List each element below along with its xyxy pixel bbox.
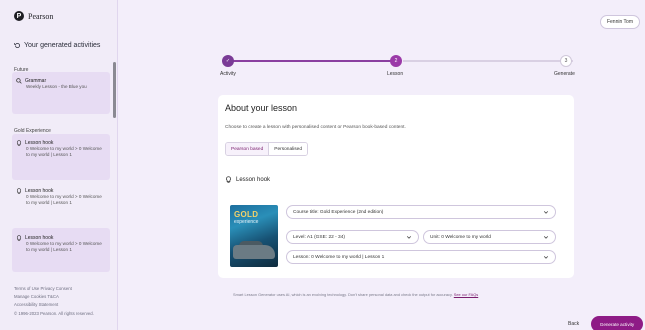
lightbulb-icon (226, 176, 231, 183)
chevron-down-icon (406, 236, 412, 239)
lightbulb-icon (16, 188, 22, 194)
unit-select[interactable]: Unit: 0 Welcome to my world (423, 230, 556, 244)
generate-activity-button[interactable]: Generate activity (591, 316, 643, 330)
step-lesson-marker[interactable]: 2 (390, 55, 402, 67)
sidebar-title[interactable]: Your generated activities (14, 42, 100, 49)
card-title: About your lesson (225, 103, 298, 113)
chevron-down-icon (543, 256, 549, 259)
list-item[interactable]: Lesson hook 0 Welcome to my world > 0 We… (16, 188, 106, 206)
sidebar: P Pearson Your generated activities Futu… (0, 0, 118, 330)
course-select-value: Course title: Gold Experience (2nd editi… (293, 209, 384, 215)
progress-stepper: ✓ 2 3 Activity Lesson Generate (218, 52, 584, 82)
user-menu-button[interactable]: Fennin Tom (599, 15, 640, 29)
step-connector-pending (403, 60, 573, 62)
sidebar-title-label: Your generated activities (24, 42, 101, 49)
book-cover-subtitle: experience (234, 219, 259, 225)
sidebar-scrollbar[interactable] (113, 62, 116, 118)
chevron-down-icon (543, 236, 549, 239)
search-icon (16, 78, 22, 84)
book-cover-title: GOLD (234, 210, 259, 219)
brand[interactable]: P Pearson (14, 11, 53, 21)
section-heading-label: Lesson hook (236, 176, 271, 183)
lesson-select[interactable]: Lesson: 0 Welcome to my world | Lesson 1 (286, 250, 556, 264)
lightbulb-icon (16, 140, 22, 146)
lesson-select-value: Lesson: 0 Welcome to my world | Lesson 1 (293, 254, 385, 260)
back-button[interactable]: Back (563, 318, 584, 330)
step-activity-marker[interactable]: ✓ (222, 55, 234, 67)
list-item-subtitle: 0 Welcome to my world > 0 Welcome to my … (26, 194, 102, 205)
future-item-subtitle: Weekly Lesson - the Blue you (26, 84, 87, 89)
pearson-logo-icon: P (14, 11, 24, 21)
ai-disclaimer: Smart Lesson Generator uses AI, which is… (233, 292, 478, 297)
content-type-tabs: Pearson based Personalised (225, 142, 309, 156)
tab-pearson-based[interactable]: Pearson based (226, 143, 270, 155)
accessibility-link[interactable]: Accessibility Statement (14, 302, 58, 308)
history-icon (14, 43, 20, 48)
footer-links[interactable]: Manage Cookies T&CA (14, 294, 59, 300)
top-bar: Fennin Tom (119, 0, 645, 40)
list-item-subtitle: 0 Welcome to my world > 0 Welcome to my … (26, 241, 102, 252)
book-cover-image: GOLD experience (230, 205, 278, 267)
lightbulb-icon (16, 235, 22, 241)
step-generate-label: Generate (554, 71, 575, 77)
list-item[interactable]: Lesson hook 0 Welcome to my world > 0 We… (16, 140, 106, 158)
course-select[interactable]: Course title: Gold Experience (2nd editi… (286, 205, 556, 219)
tab-personalised[interactable]: Personalised (269, 143, 308, 155)
list-item[interactable]: Lesson hook 0 Welcome to my world > 0 We… (16, 235, 106, 253)
ai-disclaimer-text: Smart Lesson Generator uses AI, which is… (233, 292, 453, 297)
chevron-down-icon (543, 211, 549, 214)
step-activity-label: Activity (220, 71, 236, 77)
footer-links[interactable]: Terms of Use Privacy Consent (14, 286, 72, 292)
step-generate-marker: 3 (560, 55, 572, 67)
card-description: Choose to create a lesson with personali… (225, 125, 406, 130)
step-connector-done (230, 60, 400, 62)
level-select[interactable]: Level: A1 (GSE: 22 - 34) (286, 230, 419, 244)
faq-link[interactable]: See our FAQs (454, 292, 478, 297)
step-lesson-label: Lesson (387, 71, 404, 77)
cover-art-shape (233, 245, 275, 259)
section-heading: Lesson hook (225, 176, 270, 183)
unit-select-value: Unit: 0 Welcome to my world (430, 234, 491, 240)
list-item-subtitle: 0 Welcome to my world > 0 Welcome to my … (26, 146, 102, 157)
copyright: © 1996-2023 Pearson. All rights reserved… (14, 311, 94, 316)
lesson-card: About your lesson Choose to create a les… (218, 95, 574, 278)
level-select-value: Level: A1 (GSE: 22 - 34) (293, 234, 345, 240)
brand-name: Pearson (28, 11, 54, 21)
future-item[interactable]: Grammar Weekly Lesson - the Blue you (16, 78, 106, 90)
